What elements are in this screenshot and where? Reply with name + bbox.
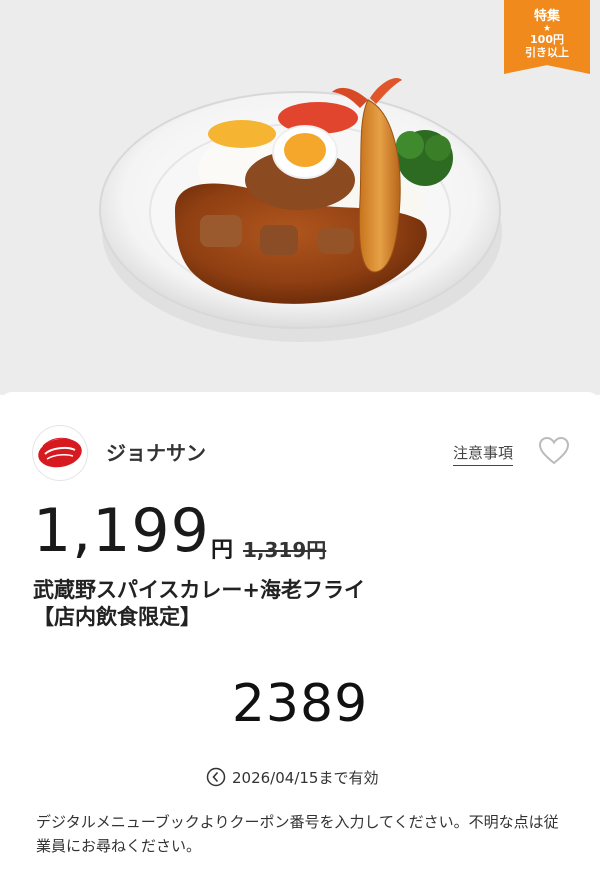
special-badge: 特集 ★ 100円 引き以上 [504,0,590,74]
expiry-text: 2026/04/15まで有効 [232,768,379,787]
badge-discount-suffix: 引き以上 [525,46,569,59]
store-logo [33,426,87,480]
jonathan-logo-icon [38,437,82,468]
clock-icon [206,767,226,787]
notice-link[interactable]: 注意事項 [453,442,514,466]
favorite-button[interactable] [538,436,570,466]
heart-icon [538,436,570,465]
coupon-card: ジョナサン 注意事項 1,199 円 1,319円 武蔵野スパイスカレー+海老フ… [0,392,600,880]
product-restriction: 【店内飲食限定】 [33,605,201,629]
product-photo: 特集 ★ 100円 引き以上 [0,0,600,395]
coupon-code: 2389 [231,674,369,734]
usage-instructions: デジタルメニューブックよりクーポン番号を入力してください。不明な点は従業員にお尋… [36,813,559,855]
store-name: ジョナサン [106,441,206,465]
price-row: 1,199 円 1,319円 [33,496,573,566]
price-currency: 円 [211,538,234,563]
original-price: 1,319円 [243,538,327,562]
badge-discount: 100円 [530,33,564,46]
current-price: 1,199 [33,496,210,566]
product-title: 武蔵野スパイスカレー+海老フライ [33,578,365,602]
expiry-row: 2026/04/15まで有効 [206,766,378,788]
badge-title: 特集 [533,9,560,24]
